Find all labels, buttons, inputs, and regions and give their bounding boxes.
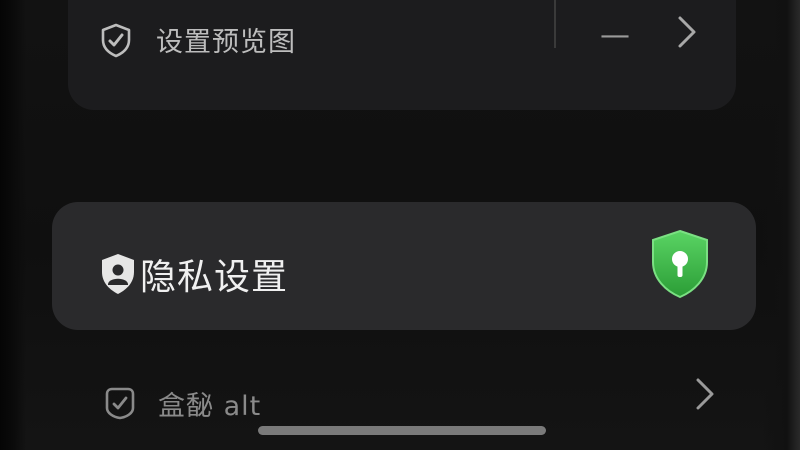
dash-value: — xyxy=(600,18,630,53)
privacy-settings-title: 隐私设置 xyxy=(140,257,289,298)
shield-check-icon xyxy=(101,23,131,58)
chevron-right-icon[interactable] xyxy=(694,376,716,412)
phone-bezel-left xyxy=(0,0,26,450)
divider xyxy=(554,0,556,48)
phone-screen: 设置预览图 — 隐私设置 盒馝 alt xyxy=(0,0,800,450)
check-shield-icon xyxy=(105,387,135,420)
home-indicator[interactable] xyxy=(258,426,546,435)
green-shield-icon[interactable] xyxy=(648,228,712,300)
bottom-row-label: 盒馝 alt xyxy=(158,391,262,422)
chevron-right-icon[interactable] xyxy=(676,14,698,50)
settings-preview-label: 设置预览图 xyxy=(156,27,296,58)
shield-user-icon xyxy=(102,254,134,294)
phone-bezel-right xyxy=(762,0,800,450)
